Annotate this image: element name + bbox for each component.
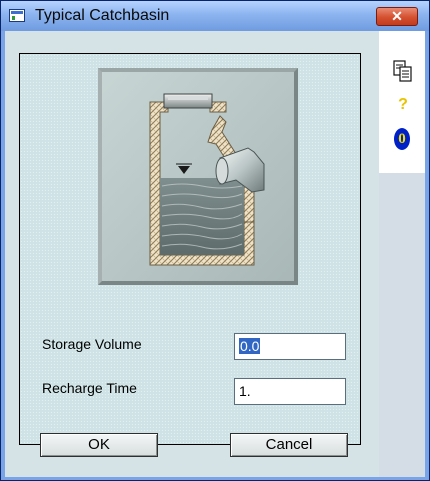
cancel-button[interactable]: Cancel <box>230 433 348 457</box>
catchbasin-illustration <box>149 93 265 266</box>
recharge-time-label: Recharge Time <box>42 380 137 396</box>
info-icon-glyph: 0 <box>394 128 410 150</box>
dialog-client-area: Storage Volume 0.0 Recharge Time 1. ? 0 <box>5 31 425 477</box>
window-app-icon <box>9 9 25 22</box>
info-icon[interactable]: 0 <box>391 127 415 151</box>
catchbasin-panel: Storage Volume 0.0 Recharge Time 1. <box>19 53 361 445</box>
storage-volume-value: 0.0 <box>239 338 261 354</box>
help-icon[interactable]: ? <box>391 93 415 117</box>
side-toolbar-background <box>379 173 425 477</box>
side-toolbar: ? 0 <box>379 31 425 173</box>
dialog-window: Typical Catchbasin ✕ Storage Volume 0.0 … <box>0 0 430 481</box>
storage-volume-label: Storage Volume <box>42 336 142 352</box>
stored-water <box>160 178 244 255</box>
copy-icon[interactable] <box>391 59 415 83</box>
window-title: Typical Catchbasin <box>35 7 170 24</box>
close-button[interactable]: ✕ <box>376 7 418 26</box>
ok-button[interactable]: OK <box>40 433 158 457</box>
title-bar[interactable]: Typical Catchbasin ✕ <box>1 1 429 31</box>
water-level-marker <box>178 166 190 174</box>
storage-volume-input[interactable]: 0.0 <box>234 333 346 360</box>
catchbasin-diagram <box>98 68 298 285</box>
recharge-time-input[interactable]: 1. <box>234 378 346 405</box>
